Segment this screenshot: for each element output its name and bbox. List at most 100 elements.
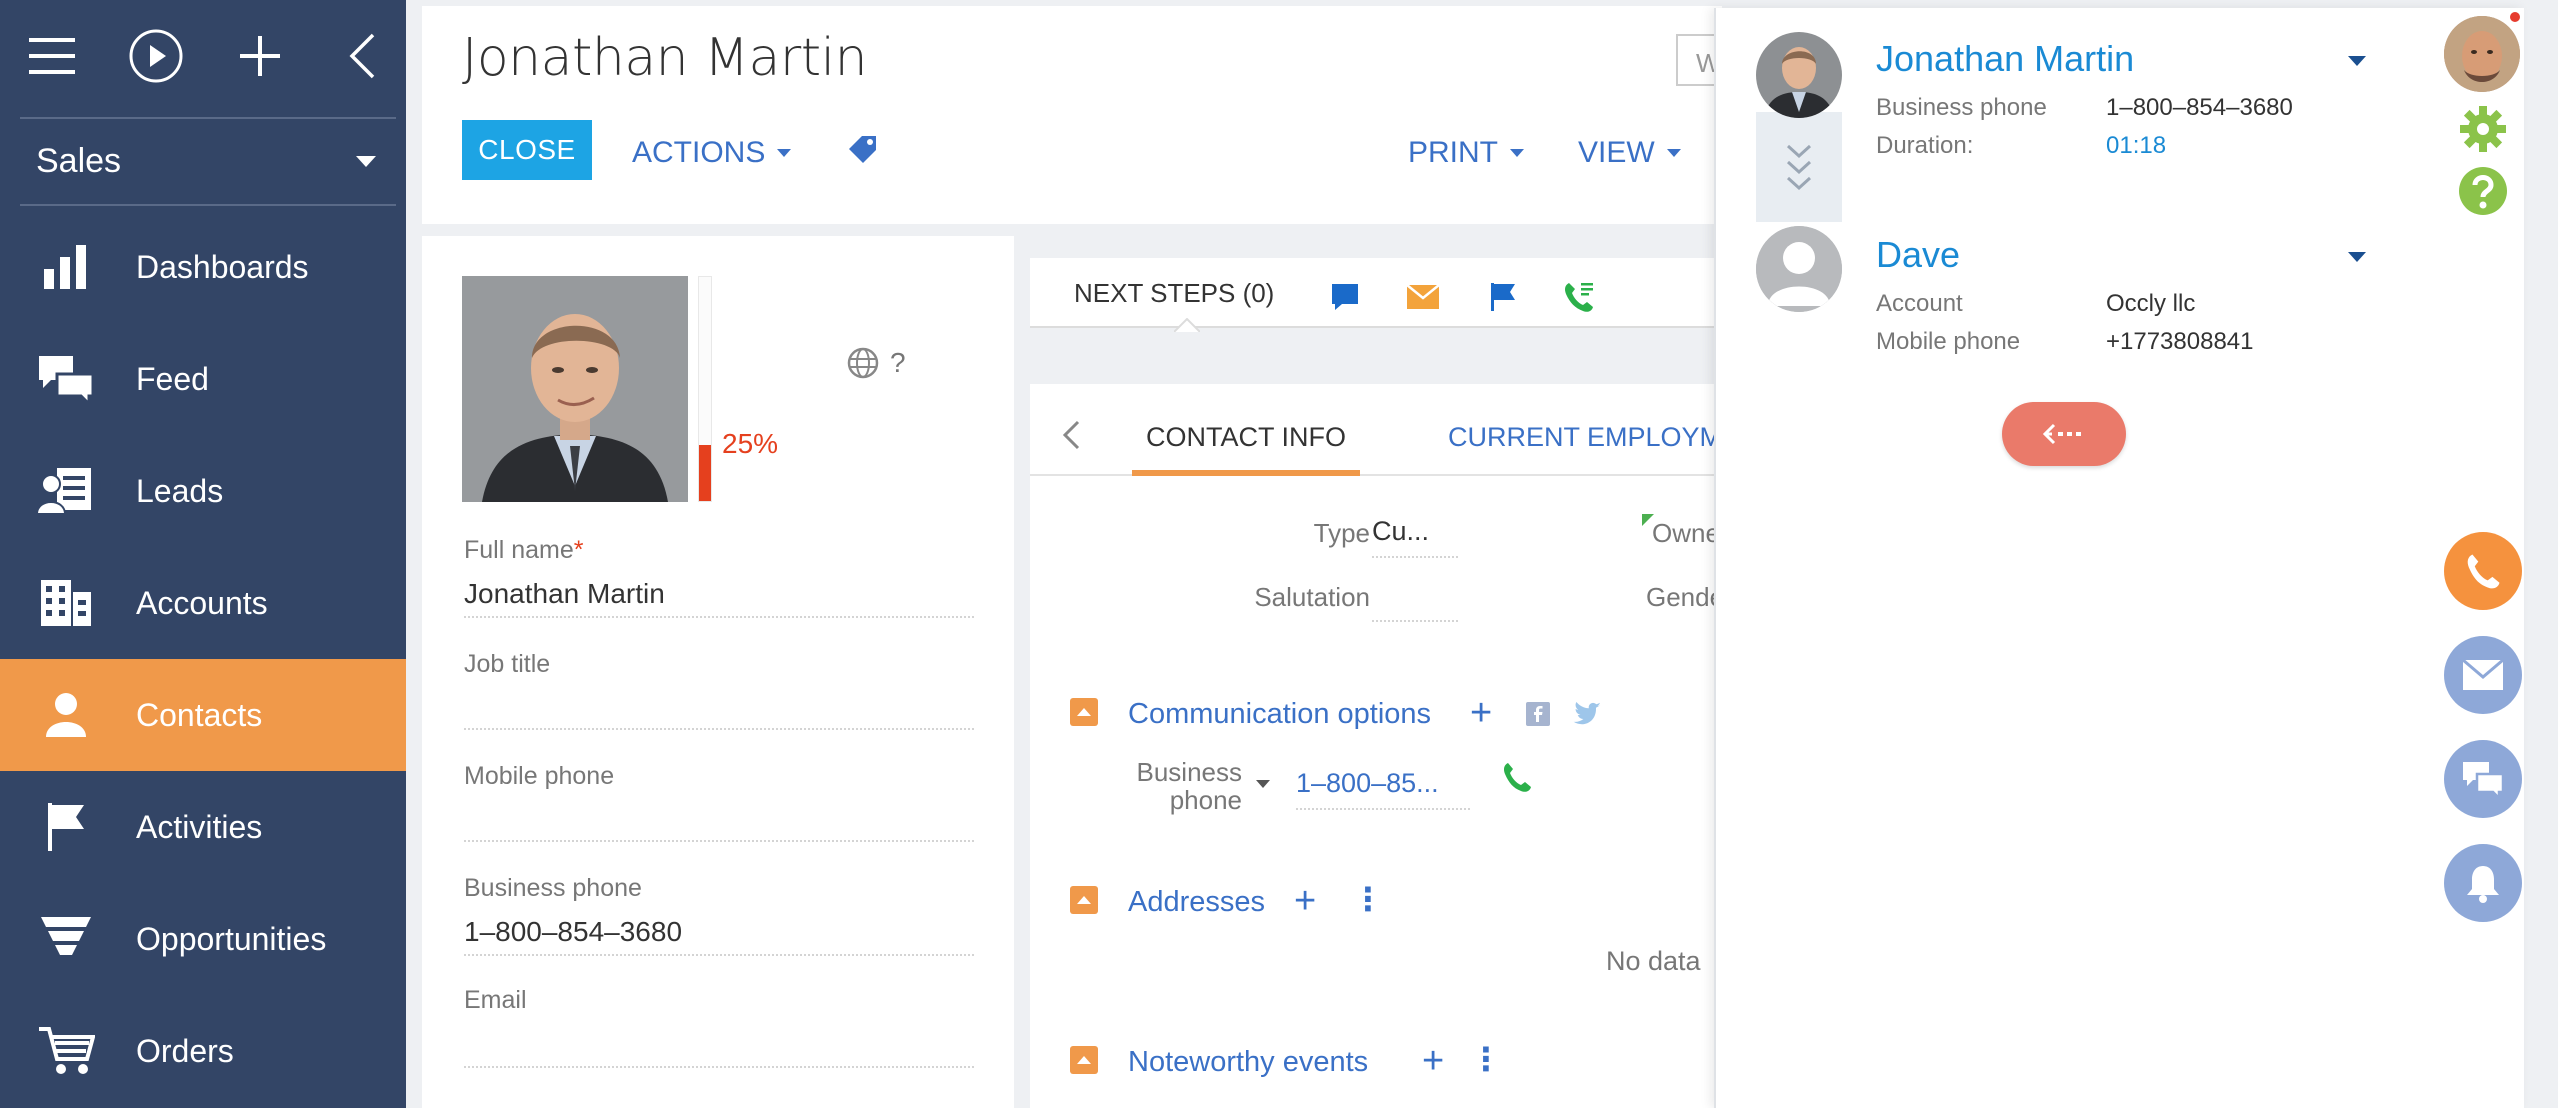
user-profile-avatar[interactable] [2444, 16, 2520, 92]
help-icon[interactable] [2458, 166, 2508, 216]
tabs-scroll-left-icon[interactable] [1062, 420, 1080, 450]
timezone-indicator[interactable]: ? [846, 346, 906, 380]
sidebar-item-opportunities[interactable]: Opportunities [0, 883, 406, 995]
menu-icon[interactable] [22, 26, 82, 86]
chevrons-down-icon [1786, 144, 1812, 191]
sidebar-item-label: Feed [136, 360, 209, 397]
callee-avatar[interactable] [1756, 226, 1842, 312]
add-comment-icon[interactable] [1326, 278, 1364, 316]
sidebar-item-label: Leads [136, 472, 224, 509]
page-header: Jonathan Martin CLOSE ACTIONS PRINT VIEW… [422, 6, 1736, 224]
mobile-phone-label: Mobile phone [464, 762, 615, 790]
contact-profile-card: 25% ? Full name* Jonathan Martin Job tit… [422, 236, 1014, 1108]
type-label: Type [1313, 518, 1370, 548]
sidebar-item-feed[interactable]: Feed [0, 323, 406, 435]
person-icon [36, 689, 96, 741]
add-email-icon[interactable] [1404, 278, 1442, 316]
callee-name[interactable]: Dave [1876, 234, 1960, 276]
business-phone-value[interactable]: 1–800–85... [1296, 762, 1470, 810]
print-menu-button[interactable]: PRINT [1408, 136, 1524, 170]
close-button[interactable]: CLOSE [462, 120, 592, 180]
phone-type-dropdown-icon[interactable] [1256, 780, 1270, 788]
business-phone-field[interactable]: 1–800–854–3680 [464, 908, 974, 956]
play-icon[interactable] [126, 26, 186, 86]
caller-phone-label: Business phone [1876, 94, 2047, 121]
email-button[interactable] [2444, 636, 2522, 714]
leads-icon [36, 465, 96, 517]
next-steps-panel: NEXT STEPS (0) [1030, 258, 1730, 368]
sidebar-item-activities[interactable]: Activities [0, 771, 406, 883]
salutation-field[interactable] [1372, 574, 1458, 622]
sidebar-item-contacts[interactable]: Contacts [0, 659, 406, 771]
workplace-selector[interactable]: Sales [0, 118, 406, 204]
sidebar-item-label: Contacts [136, 696, 263, 733]
tab-current-employment[interactable]: CURRENT EMPLOYMENT [1448, 422, 1730, 453]
sidebar-item-leads[interactable]: Leads [0, 435, 406, 547]
full-name-label: Full name* [464, 536, 584, 564]
chat-bubbles-icon [36, 353, 96, 405]
twitter-icon[interactable] [1572, 702, 1602, 726]
salutation-label: Salutation [1254, 582, 1370, 612]
notifications-button[interactable] [2444, 844, 2522, 922]
tab-contact-info[interactable]: CONTACT INFO [1132, 422, 1360, 476]
plus-icon[interactable] [230, 26, 290, 86]
view-menu-button[interactable]: VIEW [1578, 136, 1681, 170]
add-event-icon[interactable]: + [1422, 1042, 1444, 1080]
call-connector [1756, 112, 1842, 222]
timezone-text: ? [890, 347, 906, 378]
bar-chart-icon [36, 241, 96, 293]
type-field[interactable]: Cu... [1372, 510, 1458, 558]
sidebar-item-dashboards[interactable]: Dashboards [0, 211, 406, 323]
sidebar-item-label: Activities [136, 808, 263, 845]
mobile-phone-field[interactable] [464, 794, 974, 842]
add-communication-icon[interactable]: + [1470, 694, 1492, 732]
chevron-down-icon [777, 149, 792, 157]
chevron-down-icon [1666, 149, 1681, 157]
phone-button[interactable] [2444, 532, 2522, 610]
sidebar-item-accounts[interactable]: Accounts [0, 547, 406, 659]
sidebar: Sales Dashboards Feed Leads Accounts Con… [0, 0, 406, 1108]
actions-menu-button[interactable]: ACTIONS [632, 136, 792, 170]
call-duration-label: Duration: [1876, 132, 1974, 159]
envelope-icon [2462, 659, 2504, 690]
call-phone-icon[interactable] [1500, 760, 1534, 794]
phone-icon [2467, 554, 2500, 589]
callee-menu-chevron-icon[interactable] [2348, 252, 2366, 262]
details-tabs-card: CONTACT INFO CURRENT EMPLOYMENT Type Cu.… [1030, 384, 1730, 1108]
collapse-noteworthy-icon[interactable] [1070, 1046, 1098, 1074]
sidebar-item-label: Accounts [136, 584, 268, 621]
chat-bubbles-icon [2463, 762, 2505, 798]
contact-photo[interactable] [462, 276, 688, 502]
gear-icon[interactable] [2458, 104, 2508, 154]
communication-options-title[interactable]: Communication options [1128, 698, 1431, 731]
chat-button[interactable] [2444, 740, 2522, 818]
add-address-icon[interactable]: + [1294, 882, 1316, 920]
addresses-title[interactable]: Addresses [1128, 886, 1265, 919]
caller-avatar[interactable] [1756, 32, 1842, 118]
caller-menu-chevron-icon[interactable] [2348, 56, 2366, 66]
job-title-field[interactable] [464, 682, 974, 730]
transfer-call-button[interactable] [2002, 402, 2126, 466]
chevron-down-icon [356, 156, 376, 167]
add-call-icon[interactable] [1560, 278, 1598, 316]
next-steps-empty-area [1030, 326, 1730, 368]
profile-completeness-bar [698, 276, 712, 502]
next-steps-title: NEXT STEPS (0) [1074, 278, 1275, 308]
noteworthy-events-title[interactable]: Noteworthy events [1128, 1046, 1368, 1079]
page-title: Jonathan Martin [462, 28, 868, 88]
caller-name[interactable]: Jonathan Martin [1876, 38, 2134, 80]
gender-label: Gende [1646, 582, 1725, 612]
more-options-icon[interactable]: ⋮ [1470, 1043, 1502, 1075]
email-field[interactable] [464, 1020, 974, 1068]
collapse-sidebar-icon[interactable] [332, 26, 392, 86]
facebook-icon[interactable] [1526, 702, 1550, 726]
tag-icon[interactable] [848, 134, 878, 164]
sidebar-item-orders[interactable]: Orders [0, 995, 406, 1107]
collapse-communication-icon[interactable] [1070, 698, 1098, 726]
add-task-flag-icon[interactable] [1484, 278, 1522, 316]
collapse-addresses-icon[interactable] [1070, 886, 1098, 914]
tab-pointer [1174, 318, 1200, 332]
full-name-field[interactable]: Jonathan Martin [464, 570, 974, 618]
more-options-icon[interactable]: ⋮ [1352, 883, 1384, 915]
sidebar-item-label: Opportunities [136, 920, 327, 957]
